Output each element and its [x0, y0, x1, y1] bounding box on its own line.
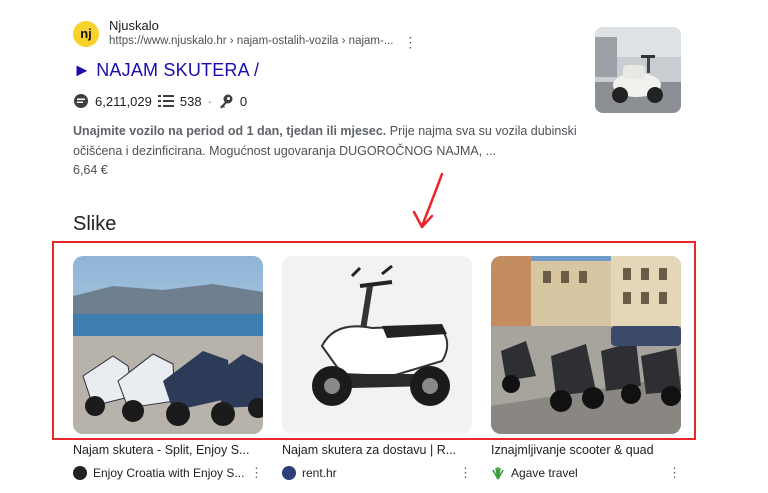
- snippet-highlight: Unajmite vozilo na period od 1 dan, tjed…: [73, 124, 387, 138]
- images-section-title: Slike: [73, 213, 117, 235]
- image-thumbnail[interactable]: [491, 256, 681, 434]
- image-source-name[interactable]: rent.hr: [302, 466, 453, 480]
- views-stat: 6,211,029: [73, 93, 152, 109]
- image-source[interactable]: Enjoy Croatia with Enjoy S... ⋮: [73, 465, 263, 481]
- image-source-name[interactable]: Agave travel: [511, 466, 662, 480]
- result-thumbnail-image[interactable]: [595, 27, 681, 113]
- rent-hr-logo-icon: [282, 466, 296, 480]
- result-price: 6,64 €: [73, 163, 108, 177]
- image-card[interactable]: Najam skutera za dostavu | R... rent.hr …: [282, 256, 472, 481]
- key-icon: [219, 94, 233, 109]
- views-count: 6,211,029: [95, 93, 152, 109]
- ads-stat: 538: [157, 93, 202, 109]
- image-card[interactable]: Iznajmljivanje scooter & quad Agave trav…: [491, 256, 681, 481]
- image-caption[interactable]: Najam skutera - Split, Enjoy S...: [73, 443, 263, 457]
- image-source-name[interactable]: Enjoy Croatia with Enjoy S...: [93, 466, 244, 480]
- image-thumbnail[interactable]: [73, 256, 263, 434]
- separator-dot: ·: [207, 93, 212, 109]
- more-options-icon[interactable]: ⋮: [668, 465, 681, 481]
- site-url[interactable]: https://www.njuskalo.hr › najam-ostalih-…: [109, 34, 393, 49]
- more-options-icon[interactable]: ⋮: [459, 465, 472, 481]
- enjoy-split-logo-icon: [73, 466, 87, 480]
- site-name[interactable]: Njuskalo: [109, 18, 417, 34]
- annotation-arrow-icon: [412, 172, 444, 229]
- list-icon: [157, 95, 174, 107]
- result-stats: 6,211,029 538 · 0: [73, 93, 593, 109]
- njuskalo-favicon-icon: nj: [73, 20, 99, 47]
- search-result: nj Njuskalo https://www.njuskalo.hr › na…: [73, 18, 593, 177]
- more-options-icon[interactable]: ⋮: [250, 465, 263, 481]
- image-source[interactable]: Agave travel ⋮: [491, 465, 681, 481]
- ads-count: 538: [179, 93, 202, 109]
- views-icon: [74, 94, 88, 108]
- image-caption[interactable]: Iznajmljivanje scooter & quad: [491, 443, 681, 457]
- image-card[interactable]: Najam skutera - Split, Enjoy S... Enjoy …: [73, 256, 263, 481]
- site-url-row[interactable]: https://www.njuskalo.hr › najam-ostalih-…: [109, 34, 417, 49]
- more-options-icon[interactable]: ⋮: [403, 35, 417, 49]
- result-title-link[interactable]: ► NAJAM SKUTERA /: [73, 60, 593, 81]
- result-snippet: Unajmite vozilo na period od 1 dan, tjed…: [73, 121, 588, 161]
- site-row[interactable]: nj Njuskalo https://www.njuskalo.hr › na…: [73, 18, 593, 49]
- keys-count: 0: [239, 93, 248, 109]
- image-caption[interactable]: Najam skutera za dostavu | R...: [282, 443, 472, 457]
- image-thumbnail[interactable]: [282, 256, 472, 434]
- image-source[interactable]: rent.hr ⋮: [282, 465, 472, 481]
- agave-logo-icon: [491, 466, 505, 480]
- keys-stat: 0: [218, 93, 247, 109]
